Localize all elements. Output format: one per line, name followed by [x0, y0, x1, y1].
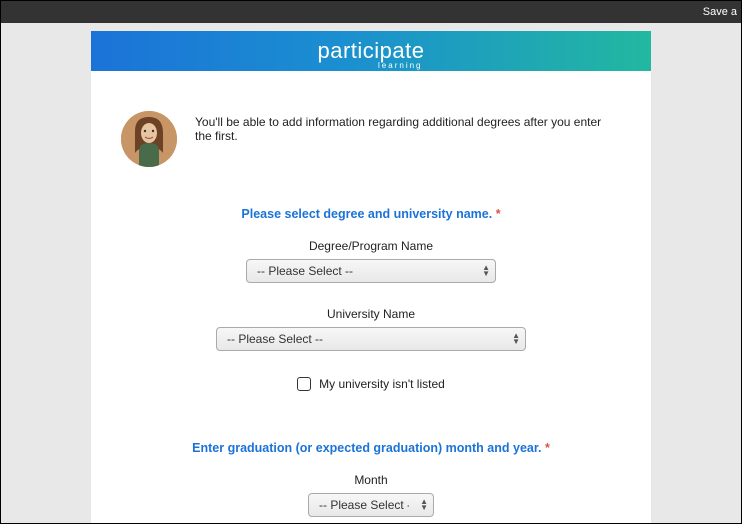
top-bar: Save a	[1, 1, 741, 23]
university-select[interactable]: -- Please Select --	[216, 327, 526, 351]
form-content: You'll be able to add information regard…	[91, 71, 651, 523]
brand-sub: learning	[378, 61, 422, 70]
avatar	[121, 111, 177, 167]
save-link[interactable]: Save a	[703, 6, 737, 18]
required-marker: *	[545, 441, 550, 455]
section-degree-title: Please select degree and university name…	[121, 207, 621, 221]
university-label: University Name	[121, 307, 621, 321]
section-graduation-title: Enter graduation (or expected graduation…	[121, 441, 621, 455]
not-listed-label: My university isn't listed	[319, 377, 445, 391]
intro-text: You'll be able to add information regard…	[195, 111, 621, 143]
degree-select[interactable]: -- Please Select --	[246, 259, 496, 283]
month-label: Month	[121, 473, 621, 487]
degree-label: Degree/Program Name	[121, 239, 621, 253]
page-background: participate learning	[1, 23, 741, 523]
intro-row: You'll be able to add information regard…	[121, 111, 621, 167]
brand-logo: participate learning	[317, 38, 424, 64]
not-listed-row: My university isn't listed	[121, 377, 621, 391]
brand-header: participate learning	[91, 31, 651, 71]
form-card: participate learning	[91, 31, 651, 523]
not-listed-checkbox[interactable]	[297, 377, 311, 391]
required-marker: *	[496, 207, 501, 221]
month-select[interactable]: -- Please Select --	[308, 493, 434, 517]
